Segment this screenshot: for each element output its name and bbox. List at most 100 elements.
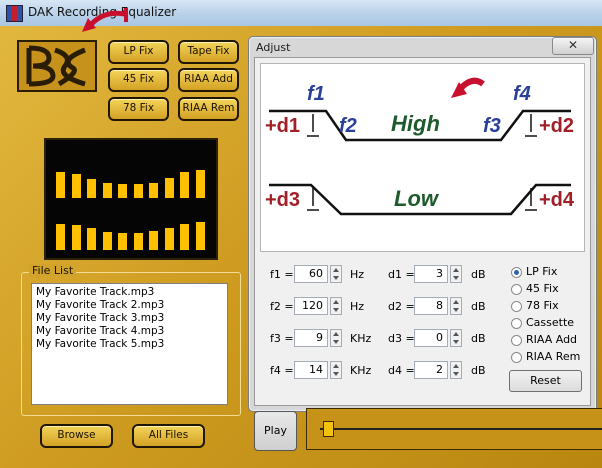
pointer-arrow-icon: [82, 8, 128, 32]
d4-field-label: d4 =: [388, 364, 415, 377]
list-item[interactable]: My Favorite Track 5.mp3: [32, 338, 227, 351]
d2-input[interactable]: 8: [414, 297, 448, 315]
preset-radio-label[interactable]: 45 Fix: [526, 282, 559, 295]
preset-radio-label[interactable]: RIAA Add: [526, 333, 577, 346]
preset-radio[interactable]: [511, 284, 522, 295]
d4-label: +d4: [539, 189, 575, 211]
d4-input[interactable]: 2: [414, 361, 448, 379]
list-item[interactable]: My Favorite Track.mp3: [32, 286, 227, 299]
d3-spinner[interactable]: [450, 329, 462, 347]
eq-level-bar: [71, 174, 81, 198]
eq-level-bar: [118, 233, 127, 250]
d1-label: +d1: [265, 115, 300, 137]
f2-label: f2: [339, 115, 357, 137]
list-item[interactable]: My Favorite Track 2.mp3: [32, 299, 227, 312]
45-fix-button[interactable]: 45 Fix: [108, 68, 169, 92]
eq-level-bar: [87, 179, 96, 198]
preset-radio[interactable]: [511, 301, 522, 312]
eq-level-bar: [102, 183, 112, 198]
d2-label: +d2: [539, 115, 574, 137]
list-item[interactable]: My Favorite Track 4.mp3: [32, 325, 227, 338]
curve-graphic: f1 f2 f3 f4 +d1 +d2 +d3 +d4 High Low: [265, 77, 575, 216]
preset-radio-label[interactable]: LP Fix: [526, 265, 557, 278]
seek-thumb[interactable]: [323, 421, 335, 437]
low-label: Low: [394, 186, 440, 211]
d2-unit: dB: [471, 300, 486, 313]
eq-level-bar: [195, 222, 205, 250]
d1-input[interactable]: 3: [414, 265, 448, 283]
adjust-dialog-title: Adjust: [256, 41, 291, 54]
eq-level-bar: [56, 224, 65, 250]
riaa-rem-button[interactable]: RIAA Rem: [178, 97, 239, 121]
f1-input[interactable]: 60: [294, 265, 328, 283]
preset-radio-label[interactable]: RIAA Rem: [526, 350, 580, 363]
play-button[interactable]: Play: [254, 411, 297, 451]
f1-label: f1: [307, 83, 325, 105]
eq-level-bar: [56, 172, 65, 198]
high-label: High: [391, 111, 440, 136]
eq-level-bar: [102, 232, 112, 250]
eq-level-bar: [164, 228, 174, 250]
equalizer-display: [44, 138, 218, 260]
f3-spinner[interactable]: [330, 329, 342, 347]
eq-level-bar: [118, 184, 127, 198]
seek-track-line: [320, 428, 602, 430]
78-fix-button[interactable]: 78 Fix: [108, 97, 169, 121]
d2-spinner[interactable]: [450, 297, 462, 315]
eq-level-bar: [71, 225, 81, 250]
eq-level-bar: [180, 172, 189, 198]
file-list[interactable]: My Favorite Track.mp3 My Favorite Track …: [31, 283, 228, 405]
d3-label: +d3: [265, 189, 300, 211]
f3-input[interactable]: 9: [294, 329, 328, 347]
d2-field-label: d2 =: [388, 300, 415, 313]
reset-button[interactable]: Reset: [509, 370, 582, 392]
all-files-button[interactable]: All Files: [132, 424, 205, 448]
d4-unit: dB: [471, 364, 486, 377]
f2-field-label: f2 =: [270, 300, 294, 313]
f4-unit: KHz: [350, 364, 372, 377]
d3-input[interactable]: 0: [414, 329, 448, 347]
f3-label: f3: [483, 115, 501, 137]
eq-level-bar: [149, 183, 158, 198]
preset-radio[interactable]: [511, 352, 522, 363]
f3-unit: KHz: [350, 332, 372, 345]
app-icon: [6, 5, 23, 22]
eq-curve-diagram: f1 f2 f3 f4 +d1 +d2 +d3 +d4 High Low: [260, 63, 585, 252]
preset-radio[interactable]: [511, 267, 522, 278]
d1-field-label: d1 =: [388, 268, 415, 281]
dak-logo: [17, 40, 97, 92]
f4-label: f4: [513, 83, 531, 105]
close-button[interactable]: ✕: [552, 37, 594, 55]
f2-input[interactable]: 120: [294, 297, 328, 315]
d3-unit: dB: [471, 332, 486, 345]
f1-field-label: f1 =: [270, 268, 294, 281]
f4-field-label: f4 =: [270, 364, 294, 377]
tape-fix-button[interactable]: Tape Fix: [178, 40, 239, 64]
eq-level-bar: [180, 224, 189, 250]
eq-level-bar: [195, 170, 205, 198]
f1-unit: Hz: [350, 268, 365, 281]
f4-input[interactable]: 14: [294, 361, 328, 379]
riaa-add-button[interactable]: RIAA Add: [178, 68, 239, 92]
lp-fix-button[interactable]: LP Fix: [108, 40, 169, 64]
f3-field-label: f3 =: [270, 332, 294, 345]
logo-graphic: [26, 45, 86, 87]
f1-spinner[interactable]: [330, 265, 342, 283]
preset-radio-label[interactable]: Cassette: [526, 316, 574, 329]
d4-spinner[interactable]: [450, 361, 462, 379]
eq-level-bar: [149, 231, 158, 250]
eq-level-bar: [133, 233, 143, 250]
eq-level-bar: [87, 228, 96, 250]
preset-radio[interactable]: [511, 335, 522, 346]
f2-spinner[interactable]: [330, 297, 342, 315]
preset-radio[interactable]: [511, 318, 522, 329]
d1-spinner[interactable]: [450, 265, 462, 283]
file-list-label: File List: [29, 264, 77, 277]
browse-button[interactable]: Browse: [40, 424, 113, 448]
eq-level-bar: [133, 184, 143, 198]
d1-unit: dB: [471, 268, 486, 281]
f2-unit: Hz: [350, 300, 365, 313]
list-item[interactable]: My Favorite Track 3.mp3: [32, 312, 227, 325]
f4-spinner[interactable]: [330, 361, 342, 379]
preset-radio-label[interactable]: 78 Fix: [526, 299, 559, 312]
